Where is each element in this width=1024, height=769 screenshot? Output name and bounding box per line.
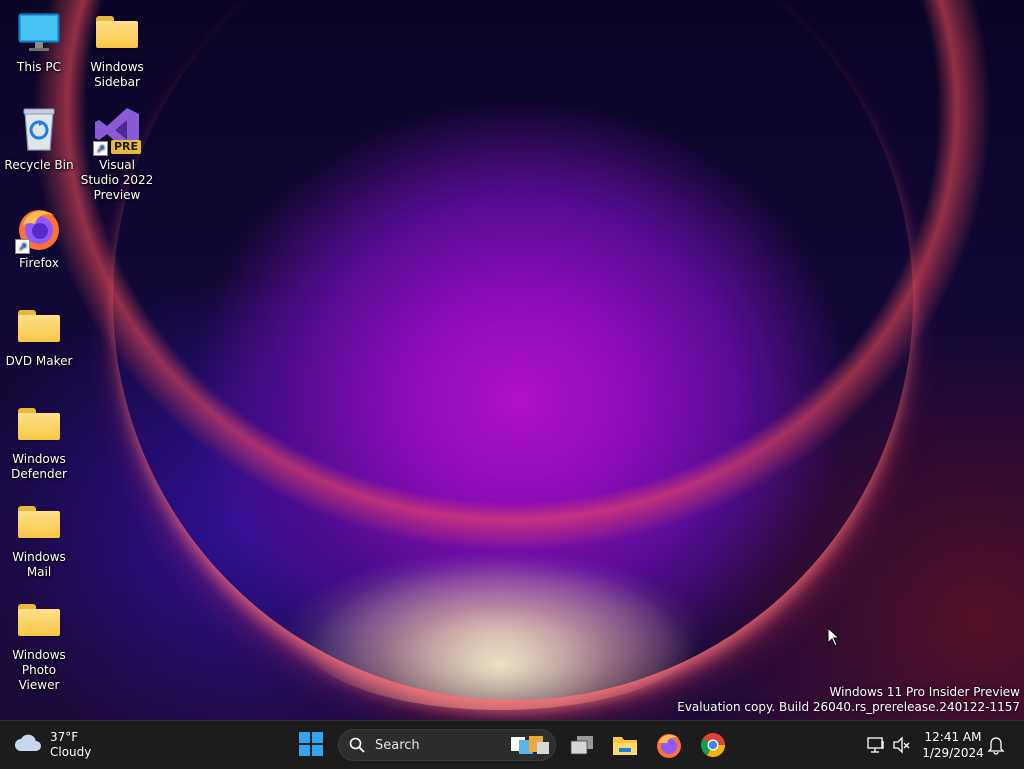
folder-icon: [15, 400, 63, 448]
desktop-icon-label: Windows Photo Viewer: [12, 648, 66, 692]
folder-icon: [93, 8, 141, 56]
folder-icon: [15, 302, 63, 350]
visual-studio-icon: PRE ↗: [93, 106, 141, 156]
desktop-icon-label: Firefox: [19, 256, 59, 270]
network-icon: [866, 737, 886, 759]
desktop-icon-windows-defender[interactable]: Windows Defender: [2, 400, 76, 482]
search-label: Search: [375, 738, 420, 753]
search-highlight-icon: [509, 734, 551, 760]
firefox-icon: [655, 734, 683, 763]
desktop-icon-this-pc[interactable]: This PC: [2, 8, 76, 75]
taskbar-search-box[interactable]: Search: [338, 729, 556, 761]
desktop-icon-firefox[interactable]: ↗ Firefox: [2, 204, 76, 271]
desktop-icon-label: Visual Studio 2022 Preview: [80, 158, 154, 202]
desktop-icon-label: Windows Sidebar: [90, 60, 144, 89]
desktop-icon-recycle-bin[interactable]: Recycle Bin: [2, 106, 76, 173]
desktop-icon-windows-sidebar[interactable]: Windows Sidebar: [80, 8, 154, 90]
wallpaper-sphere-rim: [113, 0, 913, 700]
watermark-line-2: Evaluation copy. Build 26040.rs_prerelea…: [677, 700, 1020, 714]
weather-widget[interactable]: 37°F Cloudy: [14, 729, 91, 761]
chrome-taskbar-button[interactable]: [699, 731, 727, 759]
monitor-icon: [15, 8, 63, 56]
desktop-icon-label: Windows Defender: [11, 452, 67, 481]
desktop-icon-windows-photo-viewer[interactable]: Windows Photo Viewer: [2, 596, 76, 693]
bell-icon: [986, 737, 1006, 759]
weather-condition: Cloudy: [50, 745, 92, 759]
clock-date: 1/29/2024: [922, 746, 984, 760]
desktop-icon-label: Recycle Bin: [4, 158, 74, 172]
firefox-taskbar-button[interactable]: [655, 731, 683, 759]
desktop-icon-dvd-maker[interactable]: DVD Maker: [2, 302, 76, 369]
file-explorer-icon: [611, 737, 639, 763]
folder-icon: [15, 498, 63, 546]
desktop-icon-windows-mail[interactable]: Windows Mail: [2, 498, 76, 580]
network-button[interactable]: [866, 735, 886, 755]
volume-button[interactable]: [892, 735, 912, 755]
search-icon: [349, 737, 365, 757]
desktop[interactable]: This PC Windows Sidebar Recycle Bin PRE: [0, 0, 1024, 720]
taskbar: 37°F Cloudy Search 12:41 AM 1/29/2024: [0, 720, 1024, 769]
notifications-button[interactable]: [986, 735, 1006, 755]
task-view-icon: [568, 736, 596, 763]
file-explorer-button[interactable]: [611, 731, 639, 759]
desktop-icon-label: Windows Mail: [12, 550, 66, 579]
folder-icon: [15, 596, 63, 644]
desktop-icon-visual-studio[interactable]: PRE ↗ Visual Studio 2022 Preview: [80, 106, 154, 203]
preview-badge: PRE: [110, 140, 141, 154]
desktop-icon-label: DVD Maker: [5, 354, 73, 368]
clock-time: 12:41 AM: [924, 730, 982, 744]
wallpaper-glow: [300, 560, 700, 710]
evaluation-watermark: Windows 11 Pro Insider Preview Evaluatio…: [677, 685, 1020, 715]
start-button[interactable]: [298, 731, 326, 759]
cloud-icon: [14, 732, 42, 758]
weather-temperature: 37°F: [50, 730, 79, 744]
volume-muted-icon: [892, 736, 912, 759]
watermark-line-1: Windows 11 Pro Insider Preview: [829, 685, 1020, 699]
taskbar-clock[interactable]: 12:41 AM 1/29/2024: [920, 729, 986, 761]
task-view-button[interactable]: [568, 731, 596, 759]
shortcut-arrow-icon: ↗: [15, 239, 30, 254]
chrome-icon: [699, 733, 727, 763]
firefox-icon: ↗: [15, 204, 63, 254]
recycle-bin-icon: [15, 106, 63, 154]
shortcut-arrow-icon: ↗: [93, 141, 108, 156]
desktop-icon-label: This PC: [17, 60, 61, 74]
start-icon: [298, 732, 324, 761]
